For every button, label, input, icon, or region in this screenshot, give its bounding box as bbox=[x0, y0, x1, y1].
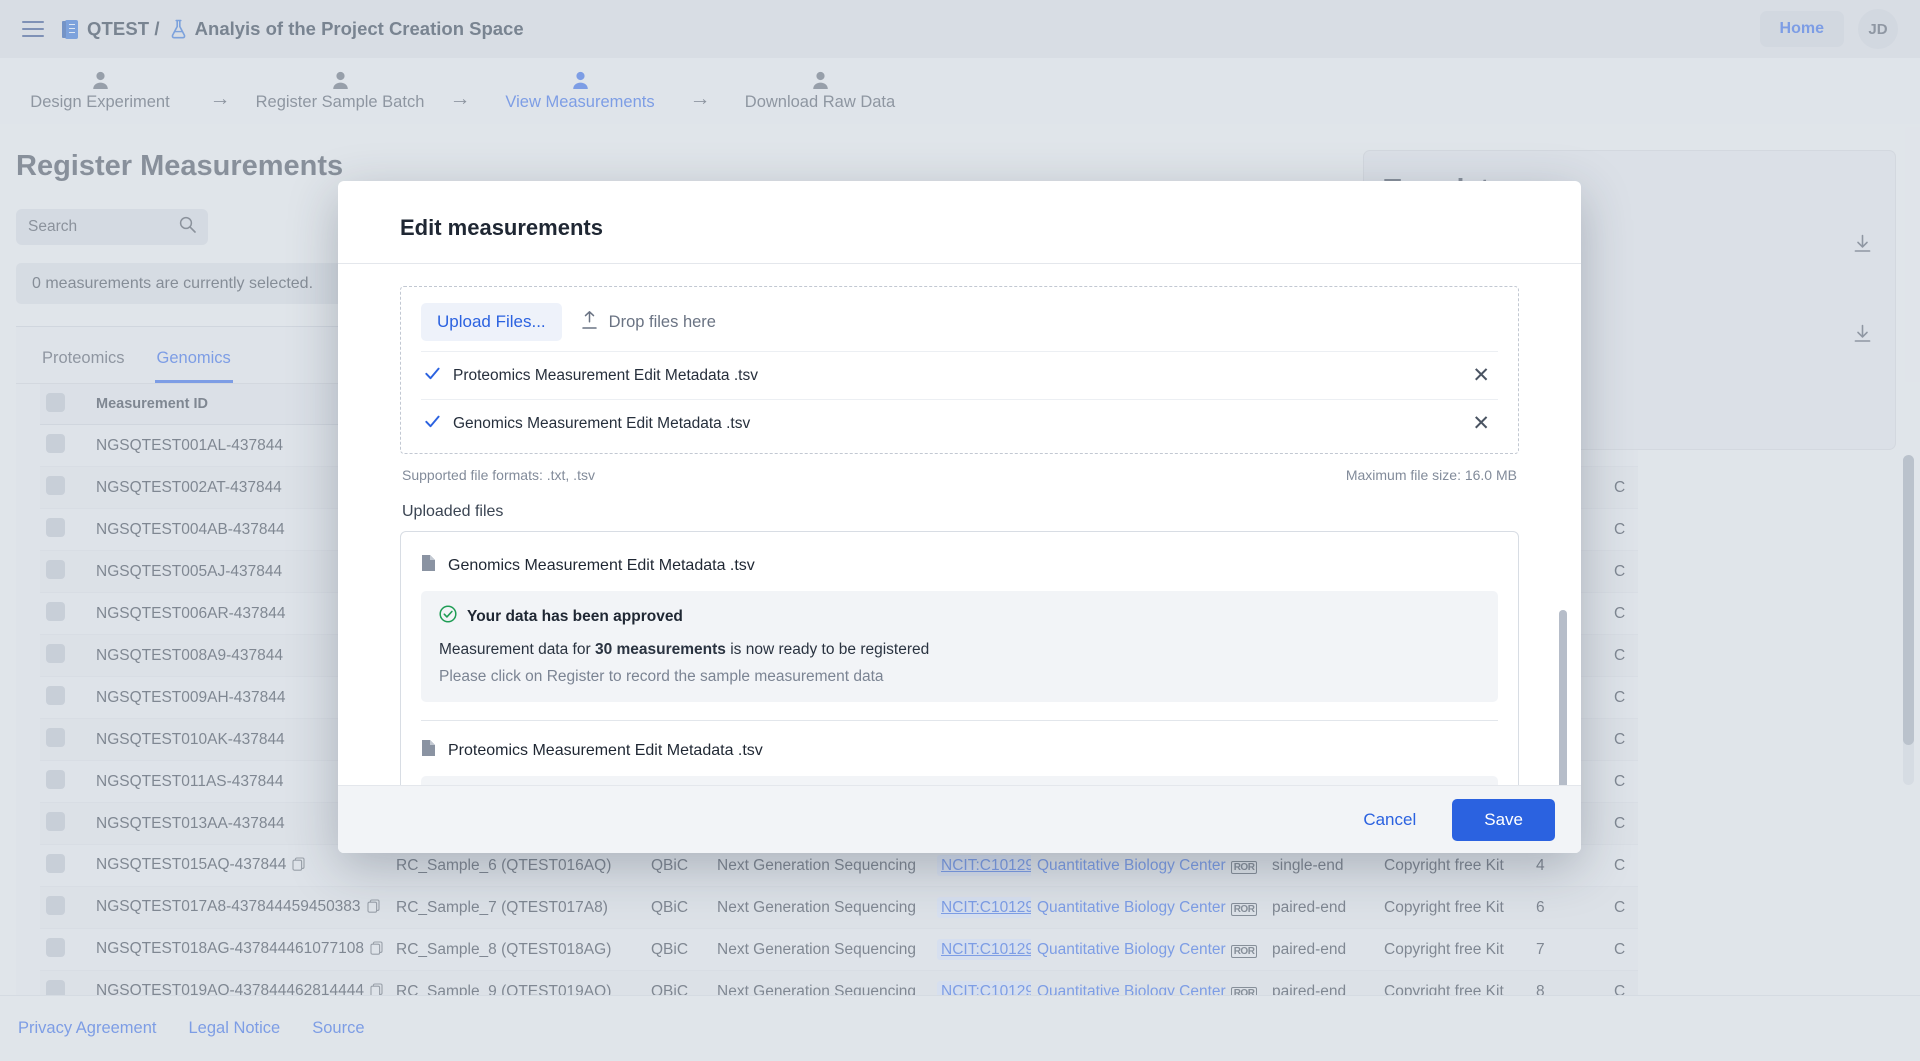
max-file-size-text: Maximum file size: 16.0 MB bbox=[1346, 467, 1517, 483]
supported-formats-text: Supported file formats: .txt, .tsv bbox=[402, 467, 595, 483]
selected-file-row: Proteomics Measurement Edit Metadata .ts… bbox=[421, 351, 1498, 399]
status-detail-line: Measurement data for 30 measurements is … bbox=[439, 641, 1480, 659]
dropzone-actions: Upload Files... Drop files here bbox=[421, 303, 1498, 351]
edit-measurements-dialog: Edit measurements Upload Files... Drop f… bbox=[338, 181, 1581, 853]
uploaded-file-row: Genomics Measurement Edit Metadata .tsv bbox=[421, 550, 1498, 591]
uploaded-files-card: Genomics Measurement Edit Metadata .tsv … bbox=[400, 531, 1519, 785]
dialog-scrollbar[interactable] bbox=[1559, 610, 1567, 785]
file-icon bbox=[421, 554, 436, 577]
drop-hint-text: Drop files here bbox=[609, 313, 716, 332]
upload-icon bbox=[580, 310, 599, 335]
status-detail-pre: Measurement data for bbox=[439, 641, 595, 658]
dialog-footer: Cancel Save bbox=[338, 785, 1581, 853]
app-root: QTEST / Analyis of the Project Creation … bbox=[0, 0, 1920, 1061]
check-icon bbox=[425, 415, 440, 433]
uploaded-file-name: Proteomics Measurement Edit Metadata .ts… bbox=[448, 742, 763, 760]
uploaded-files-label: Uploaded files bbox=[400, 483, 1519, 531]
check-circle-icon bbox=[439, 605, 457, 628]
drop-hint: Drop files here bbox=[580, 310, 716, 335]
close-icon[interactable]: ✕ bbox=[1468, 413, 1494, 434]
selected-file-row: Genomics Measurement Edit Metadata .tsv … bbox=[421, 399, 1498, 447]
selected-file-name: Proteomics Measurement Edit Metadata .ts… bbox=[453, 367, 758, 385]
status-detail-count: 30 measurements bbox=[595, 641, 726, 658]
status-detail-post: is now ready to be registered bbox=[726, 641, 929, 658]
uploaded-file-name: Genomics Measurement Edit Metadata .tsv bbox=[448, 557, 755, 575]
check-icon bbox=[425, 367, 440, 385]
upload-status-box: Your data has been approved Measurement … bbox=[421, 776, 1498, 785]
save-button[interactable]: Save bbox=[1452, 799, 1555, 841]
selected-file-name: Genomics Measurement Edit Metadata .tsv bbox=[453, 415, 750, 433]
file-dropzone[interactable]: Upload Files... Drop files here Proteomi… bbox=[400, 286, 1519, 454]
dialog-body: Upload Files... Drop files here Proteomi… bbox=[338, 264, 1581, 785]
upload-files-button[interactable]: Upload Files... bbox=[421, 303, 562, 341]
status-heading: Your data has been approved bbox=[439, 605, 1480, 628]
status-title: Your data has been approved bbox=[467, 608, 683, 626]
upload-status-box: Your data has been approved Measurement … bbox=[421, 591, 1498, 702]
close-icon[interactable]: ✕ bbox=[1468, 365, 1494, 386]
cancel-button[interactable]: Cancel bbox=[1349, 801, 1430, 839]
dialog-header: Edit measurements bbox=[338, 181, 1581, 264]
file-icon bbox=[421, 739, 436, 762]
dialog-title: Edit measurements bbox=[400, 215, 1581, 241]
status-hint-line: Please click on Register to record the s… bbox=[439, 668, 1480, 686]
uploaded-file-row: Proteomics Measurement Edit Metadata .ts… bbox=[421, 721, 1498, 776]
upload-constraints: Supported file formats: .txt, .tsv Maxim… bbox=[400, 454, 1519, 483]
